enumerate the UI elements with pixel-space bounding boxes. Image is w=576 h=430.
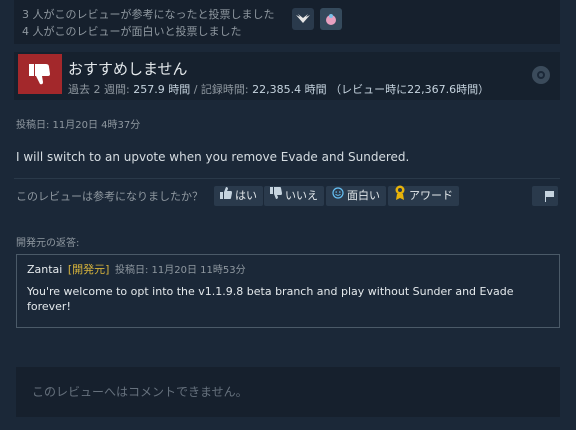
developer-name[interactable]: Zantai	[27, 263, 62, 276]
hours-at-review: （レビュー時に22,367.6時間）	[326, 83, 490, 96]
thumbs-down-small-icon	[270, 186, 282, 206]
review-header: おすすめしません 過去 2 週間: 257.9 時間 / 記録時間: 22,38…	[14, 52, 560, 100]
award-ribbon-icon	[394, 185, 406, 208]
comments-disabled-notice: このレビューへはコメントできません。	[16, 367, 560, 417]
review-text: I will switch to an upvote when you remo…	[16, 150, 410, 164]
playtime-info: 過去 2 週間: 257.9 時間 / 記録時間: 22,385.4 時間 （レ…	[68, 81, 489, 97]
thumbs-up-icon	[220, 186, 232, 206]
review-verdict: おすすめしません	[68, 60, 188, 78]
posted-date: 投稿日: 11月20日 4時37分	[16, 120, 141, 131]
flag-icon	[544, 190, 554, 202]
divider	[14, 178, 560, 179]
developer-response-message: You're welcome to opt into the v1.1.9.8 …	[27, 285, 514, 313]
thumbs-down-icon	[18, 54, 62, 94]
funny-count-text: 4 人がこのレビューが面白いと投票しました	[22, 25, 242, 38]
smiley-icon	[332, 186, 344, 206]
helpful-count-text: 3 人がこのレビューが参考になったと投票しました	[22, 8, 275, 21]
award-button[interactable]: アワード	[388, 185, 459, 208]
developer-response-label: 開発元の返答:	[16, 238, 80, 249]
report-button[interactable]	[532, 186, 558, 206]
hours-recent-label: 過去 2 週間:	[68, 83, 134, 96]
helpful-prompt: このレビューは参考になりましたか？	[16, 190, 203, 203]
heart-award-icon[interactable]	[320, 8, 342, 30]
no-button[interactable]: いいえ	[264, 186, 324, 206]
developer-response-box: Zantai [開発元] 投稿日: 11月20日 11時53分 You're w…	[16, 254, 560, 328]
funny-button[interactable]: 面白い	[326, 186, 386, 206]
funny-label: 面白い	[347, 189, 380, 202]
hours-total-label: 記録時間:	[200, 83, 253, 96]
developer-badge: [開発元]	[67, 263, 110, 276]
developer-response-header: Zantai [開発元] 投稿日: 11月20日 11時53分	[27, 263, 549, 278]
yes-label: はい	[235, 189, 257, 202]
no-label: いいえ	[285, 189, 318, 202]
developer-response-date: 投稿日: 11月20日 11時53分	[114, 265, 246, 276]
yes-button[interactable]: はい	[214, 186, 263, 206]
wings-award-icon[interactable]	[292, 8, 314, 30]
steam-logo-icon	[532, 66, 550, 84]
award-list	[292, 8, 342, 30]
hours-total: 22,385.4 時間	[252, 83, 327, 96]
hours-separator: /	[190, 83, 201, 96]
award-label: アワード	[409, 189, 453, 202]
hours-recent: 257.9 時間	[133, 83, 191, 96]
vote-summary: 3 人がこのレビューが参考になったと投票しました 4 人がこのレビューが面白いと…	[14, 0, 560, 44]
